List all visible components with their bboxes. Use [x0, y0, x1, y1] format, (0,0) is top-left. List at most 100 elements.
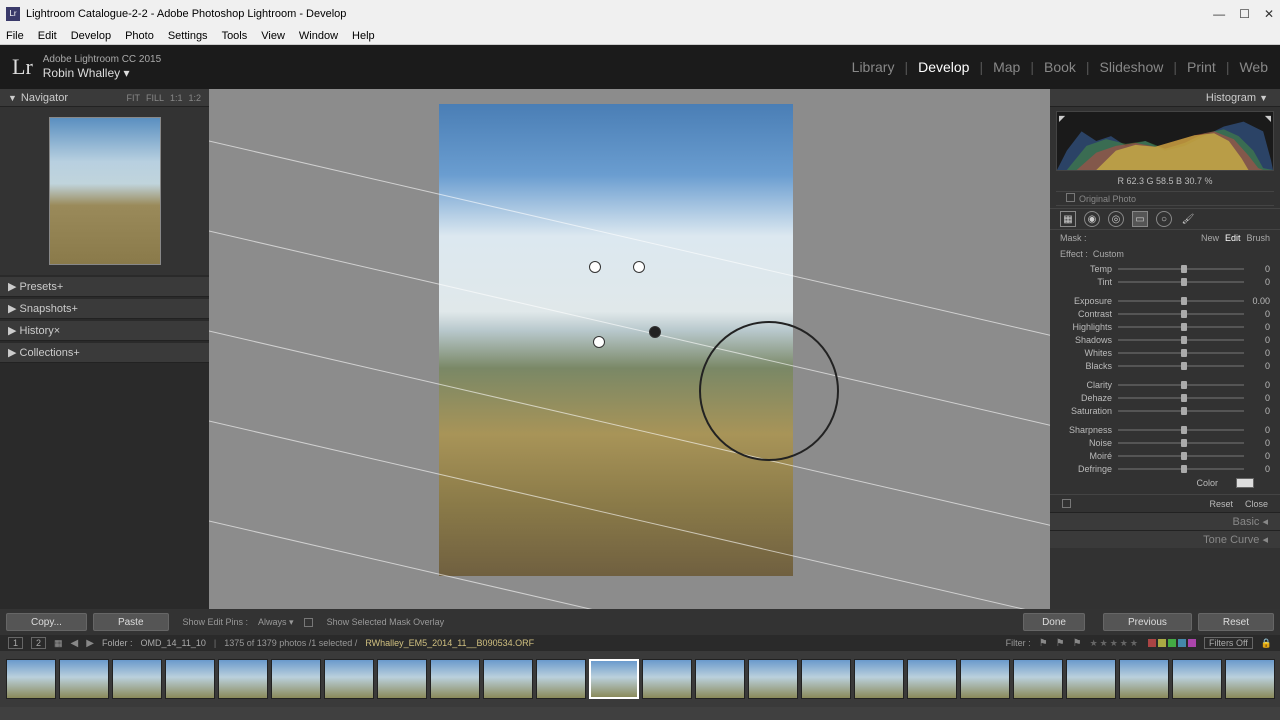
- gradient-handle[interactable]: [633, 261, 645, 273]
- module-print[interactable]: Print: [1187, 59, 1216, 75]
- brush-tool-icon[interactable]: 🖌: [1180, 211, 1196, 227]
- slider-highlights[interactable]: Highlights0: [1050, 320, 1280, 333]
- panel-history[interactable]: ▶ History×: [0, 321, 209, 341]
- panel-presets[interactable]: ▶ Presets+: [0, 277, 209, 297]
- slider-track[interactable]: [1118, 397, 1244, 399]
- slider-track[interactable]: [1118, 268, 1244, 270]
- loupe-circle[interactable]: [699, 321, 839, 461]
- slider-value[interactable]: 0: [1244, 451, 1270, 461]
- menu-settings[interactable]: Settings: [168, 30, 208, 42]
- slider-value[interactable]: 0.00: [1244, 296, 1270, 306]
- grid-view-icon[interactable]: ▦: [54, 638, 63, 649]
- slider-handle[interactable]: [1181, 336, 1187, 344]
- filmstrip-thumb[interactable]: [1225, 659, 1275, 699]
- menu-photo[interactable]: Photo: [125, 30, 154, 42]
- user-name[interactable]: Robin Whalley ▾: [43, 66, 161, 80]
- slider-handle[interactable]: [1181, 265, 1187, 273]
- slider-value[interactable]: 0: [1244, 348, 1270, 358]
- menu-view[interactable]: View: [261, 30, 285, 42]
- slider-handle[interactable]: [1181, 394, 1187, 402]
- copy-button[interactable]: Copy...: [6, 613, 87, 631]
- menu-develop[interactable]: Develop: [71, 30, 111, 42]
- slider-track[interactable]: [1118, 365, 1244, 367]
- slider-value[interactable]: 0: [1244, 438, 1270, 448]
- zoom-fill[interactable]: FILL: [146, 93, 164, 103]
- slider-handle[interactable]: [1181, 407, 1187, 415]
- overlay-checkbox[interactable]: [304, 618, 313, 627]
- gradient-handle[interactable]: [593, 336, 605, 348]
- effect-preset-select[interactable]: Custom: [1093, 249, 1124, 259]
- navigator-header[interactable]: ▼ Navigator FIT FILL 1:1 1:2: [0, 89, 209, 107]
- rating-filter[interactable]: ★★★★★: [1090, 638, 1140, 649]
- filmstrip-thumb[interactable]: [801, 659, 851, 699]
- filmstrip-thumb[interactable]: [112, 659, 162, 699]
- show-pins-select[interactable]: Always ▾: [258, 617, 294, 628]
- clip-warning-left-icon[interactable]: ◤: [1059, 114, 1065, 123]
- navigator-body[interactable]: [0, 107, 209, 275]
- mask-close-button[interactable]: Close: [1245, 499, 1268, 509]
- filmstrip-thumb[interactable]: [642, 659, 692, 699]
- slider-value[interactable]: 0: [1244, 335, 1270, 345]
- filmstrip-thumb[interactable]: [483, 659, 533, 699]
- slider-track[interactable]: [1118, 313, 1244, 315]
- slider-value[interactable]: 0: [1244, 264, 1270, 274]
- module-develop[interactable]: Develop: [918, 59, 969, 75]
- filmstrip-thumb[interactable]: [324, 659, 374, 699]
- slider-handle[interactable]: [1181, 362, 1187, 370]
- filmstrip-thumb[interactable]: [6, 659, 56, 699]
- slider-value[interactable]: 0: [1244, 393, 1270, 403]
- slider-track[interactable]: [1118, 410, 1244, 412]
- filmstrip-thumb[interactable]: [589, 659, 639, 699]
- slider-contrast[interactable]: Contrast0: [1050, 307, 1280, 320]
- redeye-tool-icon[interactable]: ◎: [1108, 211, 1124, 227]
- nav-fwd-icon[interactable]: ▶: [86, 638, 94, 649]
- slider-defringe[interactable]: Defringe0: [1050, 462, 1280, 475]
- module-map[interactable]: Map: [993, 59, 1020, 75]
- gradient-tool-icon[interactable]: ▭: [1132, 211, 1148, 227]
- second-window-icon[interactable]: 2: [31, 637, 46, 649]
- color-filter-icon[interactable]: [1148, 639, 1196, 647]
- histogram-body[interactable]: ◤ ◥: [1056, 111, 1274, 171]
- zoom-fit[interactable]: FIT: [126, 93, 140, 103]
- clip-warning-right-icon[interactable]: ◥: [1265, 114, 1271, 123]
- zoom-more[interactable]: 1:2: [188, 93, 201, 103]
- slider-temp[interactable]: Temp0: [1050, 262, 1280, 275]
- menu-window[interactable]: Window: [299, 30, 338, 42]
- slider-value[interactable]: 0: [1244, 464, 1270, 474]
- mask-new-button[interactable]: New: [1201, 233, 1219, 243]
- slider-track[interactable]: [1118, 326, 1244, 328]
- filmstrip-thumb[interactable]: [907, 659, 957, 699]
- slider-track[interactable]: [1118, 352, 1244, 354]
- slider-handle[interactable]: [1181, 426, 1187, 434]
- slider-handle[interactable]: [1181, 278, 1187, 286]
- slider-blacks[interactable]: Blacks0: [1050, 359, 1280, 372]
- module-web[interactable]: Web: [1239, 59, 1268, 75]
- center-canvas[interactable]: [209, 89, 1050, 609]
- slider-whites[interactable]: Whites0: [1050, 346, 1280, 359]
- paste-button[interactable]: Paste: [93, 613, 169, 631]
- slider-track[interactable]: [1118, 300, 1244, 302]
- filmstrip-thumb[interactable]: [377, 659, 427, 699]
- previous-button[interactable]: Previous: [1103, 613, 1192, 631]
- filmstrip-thumb[interactable]: [165, 659, 215, 699]
- flag-filter-icon[interactable]: ⚑: [1056, 638, 1065, 649]
- slider-handle[interactable]: [1181, 310, 1187, 318]
- filmstrip-thumb[interactable]: [695, 659, 745, 699]
- slider-handle[interactable]: [1181, 439, 1187, 447]
- histogram-header[interactable]: Histogram ▼: [1050, 89, 1280, 107]
- mask-toggle-icon[interactable]: [1062, 499, 1071, 508]
- slider-handle[interactable]: [1181, 381, 1187, 389]
- original-photo-toggle[interactable]: Original Photo: [1056, 191, 1274, 206]
- filmstrip-thumb[interactable]: [960, 659, 1010, 699]
- folder-name[interactable]: OMD_14_11_10: [140, 638, 205, 648]
- slider-track[interactable]: [1118, 384, 1244, 386]
- slider-handle[interactable]: [1181, 323, 1187, 331]
- color-swatch[interactable]: [1236, 478, 1254, 488]
- zoom-1to1[interactable]: 1:1: [170, 93, 183, 103]
- module-library[interactable]: Library: [852, 59, 895, 75]
- flag-filter-icon[interactable]: ⚑: [1039, 638, 1048, 649]
- nav-back-icon[interactable]: ◀: [71, 638, 79, 649]
- slider-shadows[interactable]: Shadows0: [1050, 333, 1280, 346]
- tonecurve-panel-header[interactable]: Tone Curve ◂: [1050, 530, 1280, 548]
- filters-off-select[interactable]: Filters Off: [1204, 637, 1253, 649]
